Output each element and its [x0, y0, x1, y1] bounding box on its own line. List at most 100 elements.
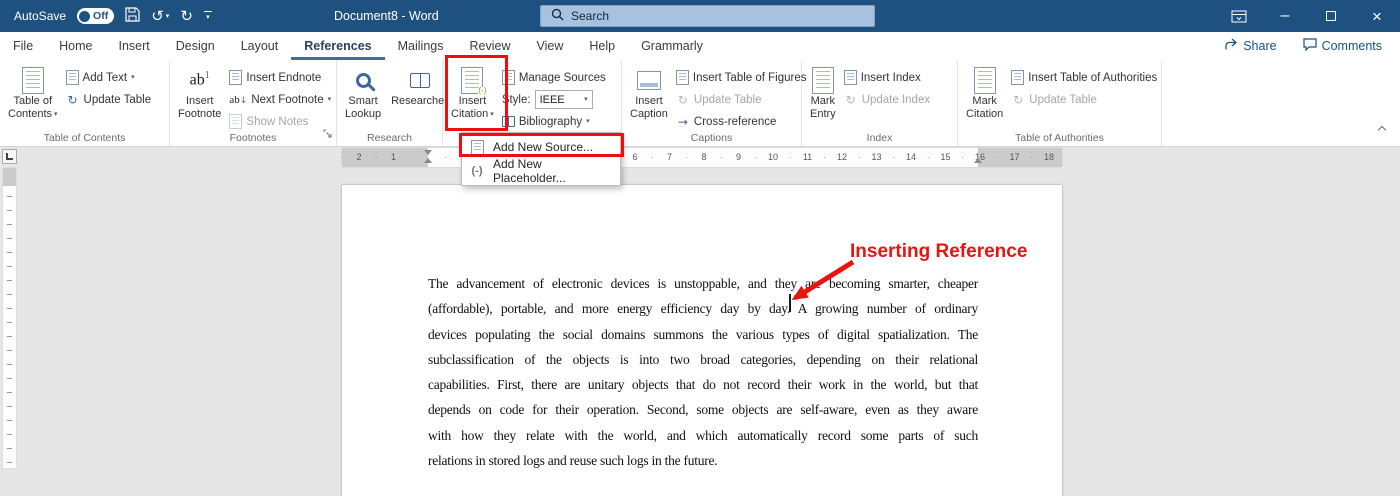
- horizontal-ruler[interactable]: 2·1·1·2·3·4·5·6·7·8·9·10·11·12·13·14·15·…: [0, 147, 1400, 168]
- tab-mailings[interactable]: Mailings: [385, 32, 457, 60]
- document-text[interactable]: The advancement of electronic devices is…: [428, 271, 978, 473]
- update-index-button[interactable]: ↻ Update Index: [841, 91, 933, 108]
- tab-grammarly[interactable]: Grammarly: [628, 32, 716, 60]
- group-label-captions: Captions: [690, 132, 733, 144]
- source-doc-icon: [468, 139, 486, 155]
- hanging-indent-marker[interactable]: [424, 158, 432, 163]
- add-text-button[interactable]: Add Text ▾: [63, 69, 155, 86]
- redo-icon[interactable]: ↻: [180, 8, 193, 24]
- cross-reference-icon: →: [677, 114, 688, 129]
- tab-stop-selector[interactable]: [2, 149, 17, 164]
- table-of-contents-button[interactable]: Table of Contents ▾: [3, 60, 63, 132]
- tab-review[interactable]: Review: [456, 32, 523, 60]
- ribbon-tab-bar: File Home Insert Design Layout Reference…: [0, 32, 1400, 60]
- refresh-icon: ↻: [845, 92, 856, 107]
- insert-footnote-button[interactable]: ab1 Insert Footnote: [173, 60, 226, 132]
- annotation-label: Inserting Reference: [850, 241, 1028, 262]
- update-table-authorities-button[interactable]: ↻ Update Table: [1008, 91, 1160, 108]
- update-table-captions-button[interactable]: ↻ Update Table: [673, 91, 810, 108]
- menu-item-add-new-placeholder[interactable]: (-) Add New Placeholder...: [462, 157, 620, 185]
- mark-entry-button[interactable]: Mark Entry: [805, 60, 841, 132]
- endnote-icon: [229, 70, 243, 85]
- refresh-icon: ↻: [677, 92, 688, 107]
- search-label: Search: [571, 9, 610, 23]
- document-line: capabilities. First, there are unitary o…: [428, 377, 978, 393]
- tab-file[interactable]: File: [0, 32, 46, 60]
- autosave-toggle[interactable]: Off: [77, 8, 115, 24]
- insert-citation-icon: (-): [461, 66, 487, 95]
- mark-citation-button[interactable]: Mark Citation: [961, 60, 1008, 132]
- tab-design[interactable]: Design: [163, 32, 228, 60]
- ribbon-empty-area: [1162, 60, 1400, 146]
- horizontal-ruler-numbers[interactable]: 2·1·1·2·3·4·5·6·7·8·9·10·11·12·13·14·15·…: [340, 148, 1062, 167]
- tab-references[interactable]: References: [291, 32, 384, 60]
- insert-endnote-button[interactable]: Insert Endnote: [226, 69, 334, 86]
- chevron-up-icon: [1377, 125, 1387, 135]
- refresh-icon: ↻: [67, 92, 78, 107]
- maximize-button[interactable]: [1308, 0, 1354, 32]
- group-label-authorities: Table of Authorities: [1015, 132, 1104, 144]
- chevron-down-icon: ▾: [584, 95, 588, 103]
- ruler-left-margin: [342, 148, 428, 167]
- group-table-of-authorities: Mark Citation Insert Table of Authoritie…: [958, 60, 1162, 146]
- maximize-icon: [1326, 11, 1336, 21]
- chevron-down-icon: ▾: [54, 110, 58, 118]
- ribbon: Table of Contents ▾ Add Text ▾ ↻ Update T…: [0, 60, 1400, 147]
- document-line: relations in stored logs and reuse such …: [428, 453, 718, 469]
- insert-citation-button[interactable]: (-) Insert Citation ▾: [446, 60, 499, 132]
- share-button[interactable]: Share: [1224, 38, 1277, 54]
- document-line: devices populating the social domains su…: [428, 326, 978, 342]
- minimize-button[interactable]: –: [1262, 0, 1308, 32]
- style-row: Style: IEEE ▾: [499, 90, 609, 109]
- smart-lookup-button[interactable]: Smart Lookup: [340, 60, 386, 132]
- right-indent-marker[interactable]: [974, 158, 982, 163]
- bibliography-button[interactable]: Bibliography ▾: [499, 113, 609, 130]
- group-footnotes: ab1 Insert Footnote Insert Endnote ab↓ N…: [170, 60, 337, 146]
- group-research: Smart Lookup Researcher Research: [337, 60, 448, 146]
- placeholder-icon: (-): [471, 165, 483, 177]
- customize-quick-access-toolbar-icon[interactable]: ▾: [203, 11, 212, 21]
- insert-table-of-figures-button[interactable]: Insert Table of Figures: [673, 69, 810, 86]
- tab-layout[interactable]: Layout: [228, 32, 292, 60]
- manage-sources-button[interactable]: Manage Sources: [499, 69, 609, 86]
- menu-item-add-new-source[interactable]: Add New Source...: [462, 135, 620, 159]
- ribbon-display-options-button[interactable]: [1216, 0, 1262, 32]
- show-notes-button[interactable]: Show Notes: [226, 113, 334, 130]
- share-icon: [1224, 38, 1238, 54]
- insert-index-icon: [843, 70, 857, 85]
- undo-icon[interactable]: ↺: [151, 8, 164, 24]
- chevron-down-icon: ▾: [327, 95, 332, 103]
- group-table-of-contents: Table of Contents ▾ Add Text ▾ ↻ Update T…: [0, 60, 170, 146]
- chevron-down-icon: ▾: [586, 117, 590, 125]
- cross-reference-button[interactable]: → Cross-reference: [673, 113, 810, 130]
- insert-table-of-authorities-button[interactable]: Insert Table of Authorities: [1008, 69, 1160, 86]
- collapse-ribbon-button[interactable]: [1376, 117, 1388, 141]
- group-captions: Insert Caption Insert Table of Figures ↻…: [622, 60, 807, 146]
- citation-style-select[interactable]: IEEE ▾: [534, 90, 593, 109]
- document-page[interactable]: The advancement of electronic devices is…: [342, 185, 1062, 496]
- save-icon[interactable]: [125, 7, 140, 25]
- close-button[interactable]: ×: [1354, 0, 1400, 32]
- insert-caption-button[interactable]: Insert Caption: [625, 60, 673, 132]
- next-footnote-button[interactable]: ab↓ Next Footnote ▾: [226, 91, 334, 108]
- comments-button[interactable]: Comments: [1302, 38, 1382, 54]
- tab-view[interactable]: View: [523, 32, 576, 60]
- tab-home[interactable]: Home: [46, 32, 105, 60]
- update-table-button[interactable]: ↻ Update Table: [63, 91, 155, 108]
- manage-sources-icon: [501, 70, 515, 85]
- group-index: Mark Entry Insert Index ↻ Update Index I…: [802, 60, 958, 146]
- tab-help[interactable]: Help: [576, 32, 628, 60]
- insert-citation-menu: Add New Source... (-) Add New Placeholde…: [461, 132, 621, 186]
- comment-icon: [1302, 38, 1317, 54]
- tab-insert[interactable]: Insert: [106, 32, 163, 60]
- vertical-ruler[interactable]: [3, 168, 16, 468]
- table-of-contents-icon: [21, 66, 44, 94]
- mark-citation-icon: [973, 66, 996, 94]
- document-line: depends on code for their operation. Sec…: [428, 402, 978, 418]
- first-line-indent-marker[interactable]: [424, 150, 432, 155]
- insert-caption-icon: [636, 70, 661, 90]
- undo-dropdown-icon[interactable]: ▾: [166, 12, 170, 20]
- insert-index-button[interactable]: Insert Index: [841, 69, 933, 86]
- group-label-footnotes: Footnotes: [229, 132, 277, 144]
- search-box[interactable]: Search: [540, 5, 875, 27]
